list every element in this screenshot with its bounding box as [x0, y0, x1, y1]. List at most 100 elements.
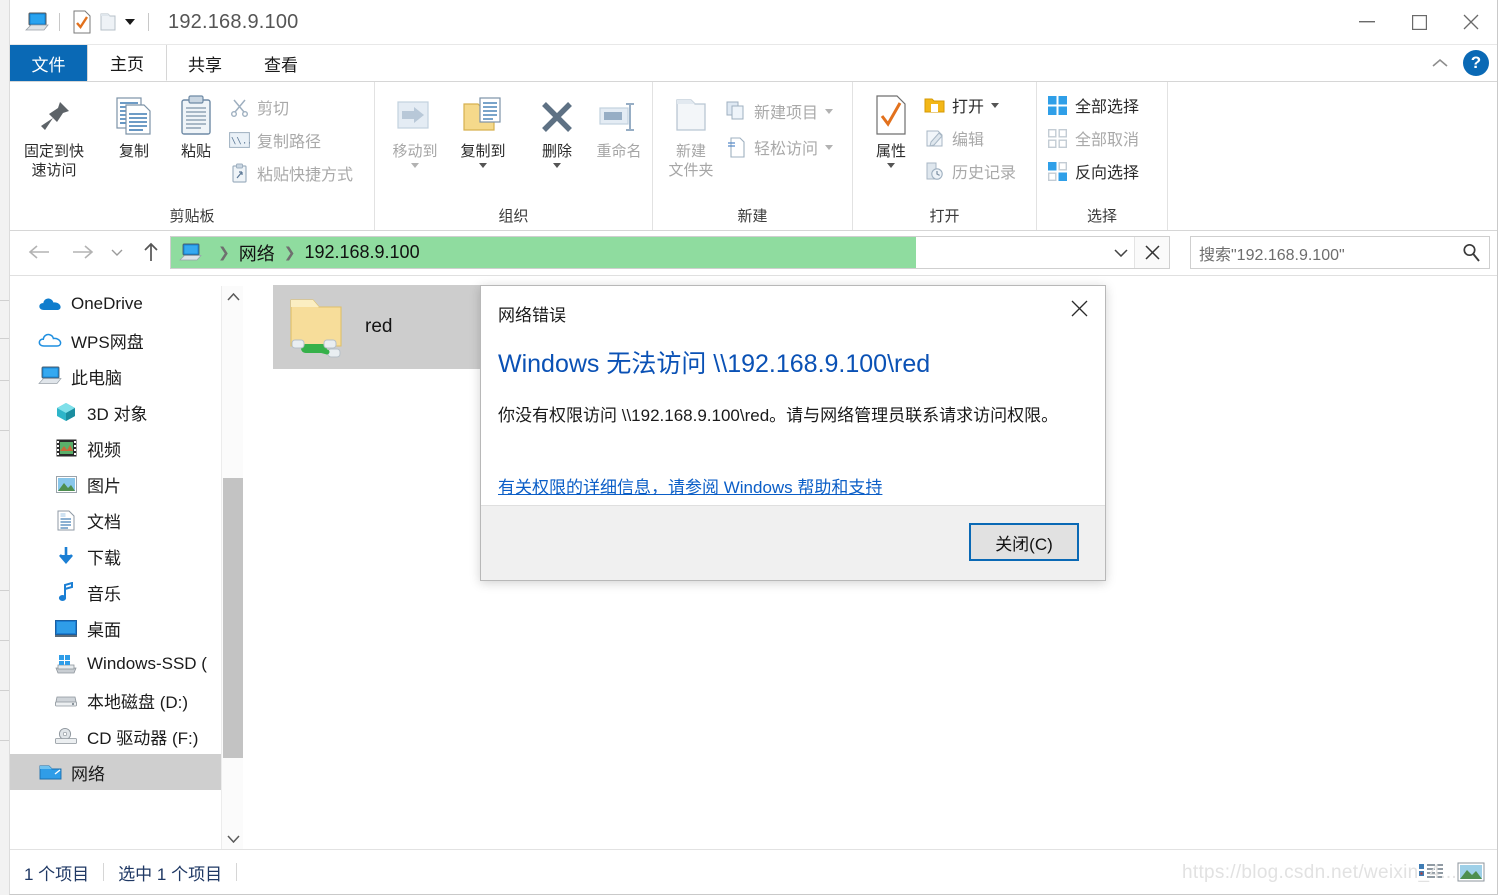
easy-access-button[interactable]: 轻松访问	[725, 132, 834, 162]
breadcrumb[interactable]: ❯ 网络 ❯ 192.168.9.100	[171, 237, 916, 268]
dialog-help-link[interactable]: 有关权限的详细信息，请参阅 Windows 帮助和支持	[498, 473, 882, 498]
sidebar-item-documents[interactable]: 文档	[10, 502, 221, 538]
rename-label: 重命名	[596, 143, 642, 160]
help-button[interactable]: ?	[1463, 50, 1489, 76]
address-bar: ❯ 网络 ❯ 192.168.9.100 搜索"192.168.9.100"	[10, 231, 1497, 276]
sidebar-item-videos[interactable]: 视频	[10, 430, 221, 466]
copy-label: 复制	[118, 143, 149, 160]
up-button[interactable]	[136, 237, 166, 267]
sidebar-item-cd-drive-f[interactable]: CD 驱动器 (F:)	[10, 718, 221, 754]
chevron-up-icon[interactable]	[1427, 50, 1453, 76]
rename-icon	[596, 88, 642, 138]
select-group-label: 选择	[1086, 208, 1117, 225]
copy-path-button[interactable]: \\.. 复制路径	[228, 125, 321, 155]
large-icons-view-icon[interactable]	[1455, 857, 1487, 887]
copy-path-icon: \\..	[228, 129, 250, 151]
open-button[interactable]: 打开	[923, 90, 1000, 120]
open-caret-icon[interactable]	[991, 102, 1000, 108]
tab-view[interactable]: 查看	[243, 45, 319, 81]
properties-button[interactable]: 属性	[855, 88, 927, 168]
sidebar-item-desktop[interactable]: 桌面	[10, 610, 221, 646]
select-none-button[interactable]: 全部取消	[1046, 123, 1139, 153]
windows-drive-icon	[52, 650, 80, 678]
maximize-button[interactable]	[1393, 0, 1445, 44]
back-button[interactable]	[24, 237, 54, 267]
sidebar-item-onedrive[interactable]: OneDrive	[10, 286, 221, 322]
move-to-caret-icon[interactable]	[411, 163, 419, 168]
downloads-icon	[52, 542, 80, 570]
sidebar-label-onedrive: OneDrive	[71, 294, 143, 313]
tab-file[interactable]: 文件	[10, 45, 87, 81]
this-pc-icon[interactable]	[24, 9, 50, 35]
ribbon: 固定到快 速访问 复制 粘贴 剪切 \\. 复制路径 粘贴快捷方式 剪贴板 移动…	[10, 82, 1497, 231]
sidebar-item-windows-ssd[interactable]: Windows-SSD (	[10, 646, 221, 682]
scroll-down-button[interactable]	[222, 828, 244, 850]
stop-refresh-button[interactable]	[1134, 237, 1169, 268]
copy-to-button[interactable]: 复制到	[447, 88, 519, 168]
status-divider-2	[236, 863, 238, 881]
qat-divider-2	[148, 13, 149, 31]
edit-button[interactable]: 编辑	[923, 123, 984, 153]
new-folder-button[interactable]: 新建 文件夹	[655, 88, 727, 180]
sidebar-item-downloads[interactable]: 下载	[10, 538, 221, 574]
properties-caret-icon[interactable]	[887, 163, 895, 168]
open-label: 打开	[952, 99, 985, 116]
breadcrumb-item-network[interactable]: 网络	[239, 240, 275, 266]
scrollbar-thumb[interactable]	[223, 478, 243, 758]
sidebar-item-wps[interactable]: WPS网盘	[10, 322, 221, 358]
sidebar-label-pictures: 图片	[87, 476, 121, 496]
navigation-pane: OneDrive WPS网盘 此电脑 3D 对象 视频 图片 文档 下载 音乐 …	[10, 286, 222, 850]
close-button[interactable]	[1445, 0, 1497, 44]
forward-button[interactable]	[68, 237, 98, 267]
ribbon-group-open: 属性 打开 编辑 历史记录 打开	[853, 82, 1037, 230]
properties-check-icon[interactable]	[69, 9, 95, 35]
copy-path-label: 复制路径	[257, 134, 322, 151]
move-to-button[interactable]: 移动到	[379, 88, 451, 168]
navigation-scrollbar[interactable]	[221, 286, 245, 850]
window-title: 192.168.9.100	[168, 10, 299, 33]
new-folder-icon[interactable]	[95, 9, 121, 35]
copy-to-caret-icon[interactable]	[479, 163, 487, 168]
invert-selection-button[interactable]: 反向选择	[1046, 156, 1139, 186]
minimize-button[interactable]	[1341, 0, 1393, 44]
move-to-label: 移动到	[392, 143, 438, 160]
network-shared-folder-icon	[273, 287, 359, 367]
paste-shortcut-button[interactable]: 粘贴快捷方式	[228, 158, 353, 188]
sidebar-item-this-pc[interactable]: 此电脑	[10, 358, 221, 394]
dialog-close-button[interactable]	[1057, 290, 1101, 326]
tab-share[interactable]: 共享	[167, 45, 243, 81]
recent-locations-button[interactable]	[106, 237, 128, 267]
cut-button[interactable]: 剪切	[228, 92, 289, 122]
search-box[interactable]: 搜索"192.168.9.100"	[1190, 236, 1490, 269]
qat-customize-caret-icon[interactable]	[121, 9, 139, 35]
sidebar-item-network[interactable]: 网络	[10, 754, 221, 790]
sidebar-label-downloads: 下载	[87, 548, 121, 568]
search-input[interactable]: 搜索"192.168.9.100"	[1199, 241, 1462, 265]
tab-home[interactable]: 主页	[87, 45, 167, 81]
sidebar-label-local-disk-d: 本地磁盘 (D:)	[87, 692, 189, 712]
new-item-caret-icon[interactable]	[825, 108, 834, 114]
dialog-close-action-button[interactable]: 关闭(C)	[969, 523, 1079, 561]
sidebar-label-documents: 文档	[87, 512, 121, 532]
details-view-icon[interactable]	[1415, 857, 1447, 887]
new-item-button[interactable]: 新建项目	[725, 96, 834, 126]
delete-caret-icon[interactable]	[553, 163, 561, 168]
history-button[interactable]: 历史记录	[923, 156, 1016, 186]
rename-button[interactable]: 重命名	[583, 88, 655, 161]
pin-to-quick-access-button[interactable]: 固定到快 速访问	[18, 88, 90, 180]
move-to-icon	[392, 88, 438, 138]
search-icon[interactable]	[1462, 243, 1481, 262]
scroll-up-button[interactable]	[222, 286, 244, 308]
easy-access-caret-icon[interactable]	[825, 144, 834, 150]
paste-button[interactable]: 粘贴	[160, 88, 232, 161]
select-all-button[interactable]: 全部选择	[1046, 90, 1139, 120]
sidebar-item-local-disk-d[interactable]: 本地磁盘 (D:)	[10, 682, 221, 718]
sidebar-item-pictures[interactable]: 图片	[10, 466, 221, 502]
invert-selection-label: 反向选择	[1075, 165, 1140, 182]
videos-icon	[52, 434, 80, 462]
sidebar-item-music[interactable]: 音乐	[10, 574, 221, 610]
address-input[interactable]: ❯ 网络 ❯ 192.168.9.100	[170, 236, 1170, 269]
sidebar-item-3d-objects[interactable]: 3D 对象	[10, 394, 221, 430]
address-dropdown-icon[interactable]	[1107, 237, 1135, 268]
breadcrumb-item-host[interactable]: 192.168.9.100	[304, 242, 419, 263]
